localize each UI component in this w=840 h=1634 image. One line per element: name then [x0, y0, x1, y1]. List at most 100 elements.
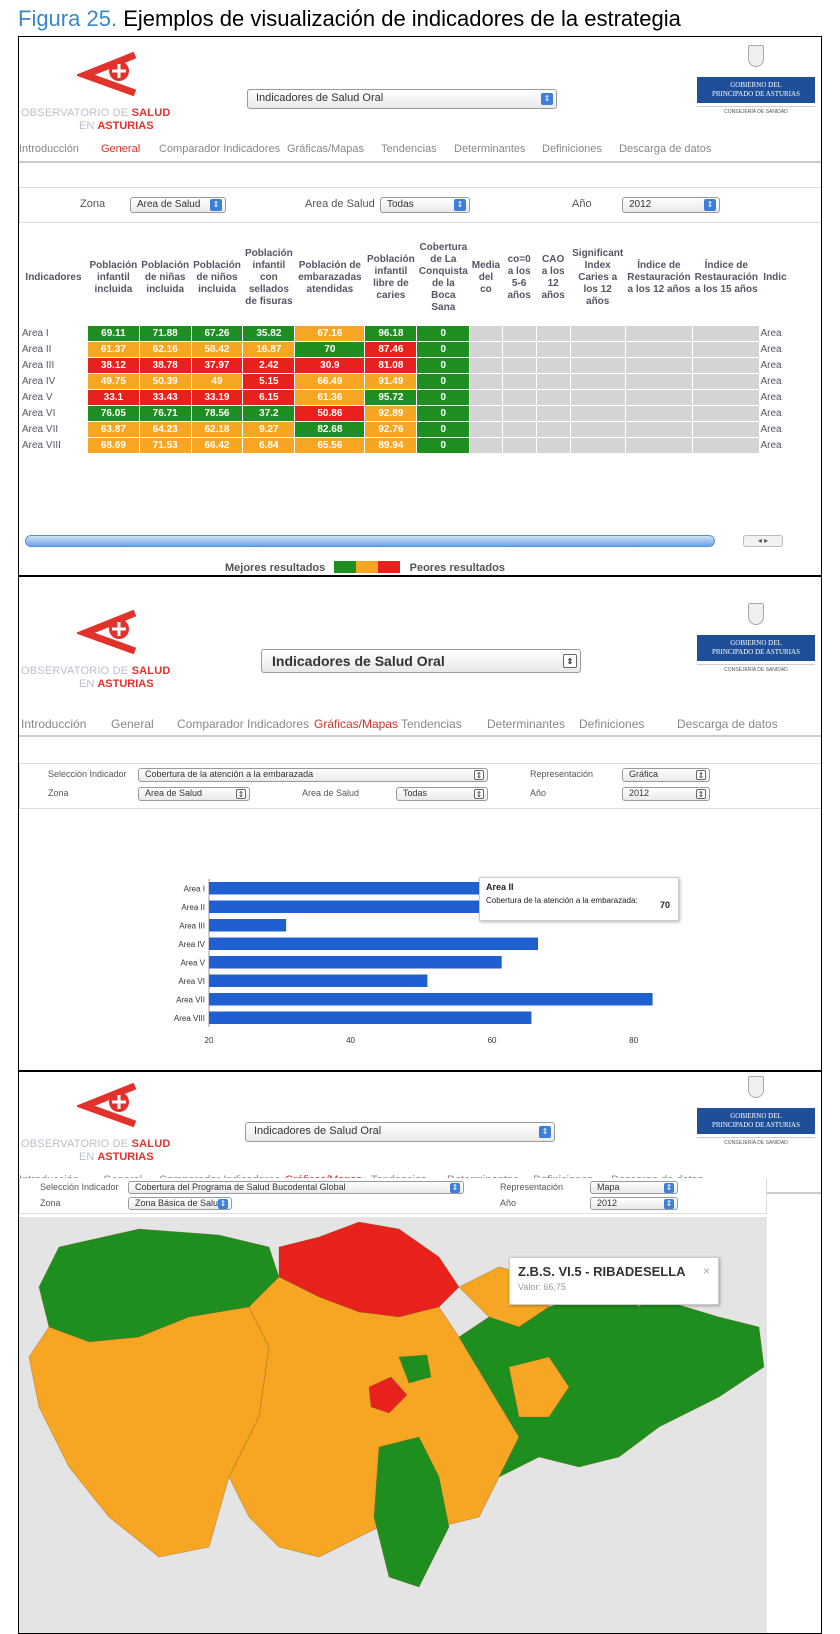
table-cell: 50.86: [294, 404, 366, 422]
observatorio-logo[interactable]: OBSERVATORIO DE SALUD EN ASTURIAS: [21, 1080, 170, 1170]
table-cell: 62.18: [190, 420, 244, 438]
table-cell: 76.05: [87, 404, 140, 422]
empty-cell: [569, 356, 626, 374]
observatorio-logo[interactable]: OBSERVATORIO DE SALUD EN ASTURIAS: [21, 49, 170, 139]
tab-general[interactable]: General: [111, 717, 154, 731]
logo-line-1: OBSERVATORIO DE SALUD: [21, 665, 171, 677]
tooltip-label: Cobertura de la atención a la embarazada…: [486, 896, 638, 905]
indicator-group-select[interactable]: Indicadores de Salud Oral ⇕: [245, 1122, 555, 1142]
table-cell: 0: [416, 404, 471, 422]
column-header: Índice de Restauración a los 15 años: [694, 259, 758, 295]
tab-definiciones[interactable]: Definiciones: [542, 143, 602, 155]
table-cell: 30.9: [294, 356, 366, 374]
bar-area-vii[interactable]: [209, 993, 653, 1006]
indicator-select[interactable]: Cobertura del Programa de Salud Bucodent…: [128, 1181, 464, 1194]
area-select[interactable]: Todas ⇕: [396, 787, 488, 801]
empty-cell: [569, 404, 626, 422]
anio-select[interactable]: 2012 ⇕: [590, 1197, 678, 1210]
tab-comparador[interactable]: Comparador Indicadores: [159, 143, 280, 155]
gov-logo-text: GOBIERNO DEL PRINCIPADO DE ASTURIAS: [697, 635, 815, 661]
indicator-group-value: Indicadores de Salud Oral: [272, 653, 445, 669]
row-label: Area I: [19, 324, 88, 342]
anio-select[interactable]: 2012 ⇕: [622, 197, 720, 213]
zona-select[interactable]: Area de Salud ⇕: [138, 787, 250, 801]
zona-select[interactable]: Zona Básica de Saluc ⇕: [128, 1197, 232, 1210]
tab-tendencias[interactable]: Tendencias: [401, 717, 462, 731]
table-row: Area I 69.11 71.88 67.26 35.82 67.16 96.18 0 Are…: [19, 324, 791, 342]
bar-area-vi[interactable]: [209, 974, 428, 988]
indicator-group-select[interactable]: Indicadores de Salud Oral ⇕: [261, 649, 581, 673]
gobierno-logo: GOBIERNO DEL PRINCIPADO DE ASTURIAS CONSE…: [697, 45, 815, 125]
table-cell: 95.72: [364, 388, 418, 406]
table-cell: 37.97: [190, 356, 244, 374]
table-cell: 5.15: [242, 372, 296, 390]
tab-determinantes[interactable]: Determinantes: [487, 717, 565, 731]
close-icon[interactable]: ×: [703, 1264, 710, 1278]
select-arrow-icon: ⇕: [664, 1199, 674, 1209]
empty-cell: [624, 356, 694, 374]
select-arrow-icon: ⇕: [704, 199, 716, 211]
tab-definiciones[interactable]: Definiciones: [579, 717, 644, 731]
table-cell: 2.42: [242, 356, 296, 374]
legend-swatch-red: [378, 561, 401, 573]
tab-descarga[interactable]: Descarga de datos: [619, 143, 711, 155]
scrollbar-thumb[interactable]: [25, 535, 715, 547]
bar-area-v[interactable]: [209, 956, 502, 969]
row-label: Area II: [19, 340, 88, 358]
indicator-group-select[interactable]: Indicadores de Salud Oral ⇕: [247, 89, 557, 109]
select-arrow-icon: ⇕: [539, 1126, 551, 1138]
select-arrow-icon: ⇕: [696, 770, 706, 780]
table-cell: 92.76: [364, 420, 418, 438]
table-cell: 38.12: [87, 356, 140, 374]
category-label: Area II: [181, 903, 205, 912]
zona-select[interactable]: Area de Salud ⇕: [130, 197, 226, 213]
tab-tendencias[interactable]: Tendencias: [381, 143, 437, 155]
table-cell: 71.53: [138, 436, 192, 454]
tab-general[interactable]: General: [101, 143, 140, 155]
column-header: Significant Index Caries a los 12 años: [572, 247, 624, 307]
figure-caption-text: Ejemplos de visualización de indicadores…: [123, 6, 681, 31]
representacion-select[interactable]: Mapa ⇕: [590, 1181, 678, 1194]
tab-descarga[interactable]: Descarga de datos: [677, 717, 778, 731]
table-cell-truncated: Area: [759, 404, 791, 422]
tab-introduccion[interactable]: Introducción: [19, 143, 79, 155]
scroll-buttons[interactable]: ◂ ▸: [743, 535, 783, 547]
gobierno-logo: GOBIERNO DEL PRINCIPADO DE ASTURIAS CONSE…: [697, 603, 815, 683]
empty-cell: [692, 404, 761, 422]
table-cell: 6.15: [242, 388, 296, 406]
empty-cell: [535, 324, 571, 342]
x-tick-label: 80: [629, 1036, 638, 1045]
table-cell-truncated: Area: [759, 372, 791, 390]
observatorio-logo[interactable]: OBSERVATORIO DE SALUD EN ASTURIAS: [21, 607, 170, 697]
table-cell: 71.88: [138, 324, 192, 342]
table-cell: 6.84: [242, 436, 296, 454]
gov-consejeria: CONSEJERÍA DE SANIDAD: [697, 1137, 815, 1146]
choropleth-map[interactable]: Z.B.S. VI.5 - RIBADESELLA Valor: 66,75 ×: [19, 1217, 767, 1633]
tab-graficas-mapas[interactable]: Gráficas/Mapas: [314, 717, 398, 731]
table-cell: 35.82: [242, 324, 296, 342]
bar-area-iii[interactable]: [209, 919, 287, 932]
tab-graficas-mapas[interactable]: Gráficas/Mapas: [287, 143, 364, 155]
empty-cell: [469, 340, 503, 358]
empty-cell: [469, 388, 503, 406]
logo-line-2: EN ASTURIAS: [79, 120, 154, 132]
representacion-select[interactable]: Gráfica ⇕: [622, 768, 710, 782]
empty-cell: [624, 404, 694, 422]
anio-select[interactable]: 2012 ⇕: [622, 787, 710, 801]
tab-introduccion[interactable]: Introducción: [21, 717, 86, 731]
row-label: Area IV: [19, 372, 88, 390]
indicator-select[interactable]: Cobertura de la atención a la embarazada…: [138, 768, 488, 782]
bar-area-iv[interactable]: [209, 937, 539, 951]
table-row: Area IV 49.75 50.39 49 5.15 66.49 91.49 0 Area: [19, 372, 791, 390]
empty-cell: [535, 420, 571, 438]
x-tick-label: 20: [205, 1036, 214, 1045]
bar-area-viii[interactable]: [209, 1011, 532, 1025]
area-select[interactable]: Todas ⇕: [380, 197, 470, 213]
tab-comparador[interactable]: Comparador Indicadores: [177, 717, 309, 731]
horizontal-scrollbar[interactable]: ◂ ▸: [25, 535, 805, 547]
filter-bar: Zona Area de Salud ⇕ Area de Salud Todas ⇕…: [19, 187, 821, 223]
indicator-group-value: Indicadores de Salud Oral: [254, 1125, 382, 1137]
anio-label: Año: [500, 1198, 517, 1208]
table-cell: 0: [416, 388, 471, 406]
tab-determinantes[interactable]: Determinantes: [454, 143, 526, 155]
